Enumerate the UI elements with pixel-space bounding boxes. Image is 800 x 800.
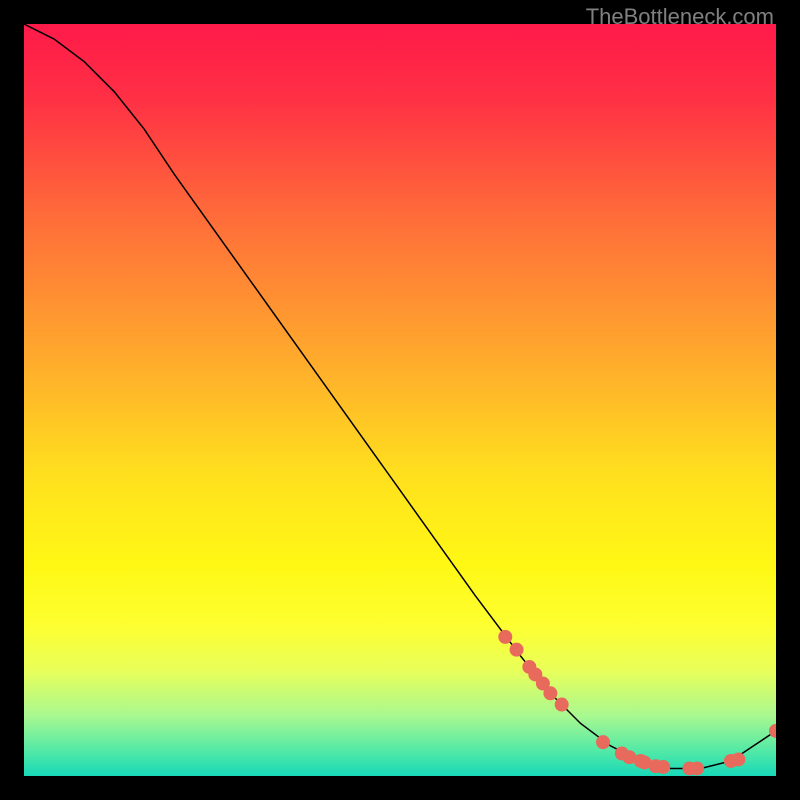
watermark-text: TheBottleneck.com — [586, 4, 774, 30]
scatter-point — [769, 724, 776, 738]
scatter-markers — [498, 630, 776, 776]
plot-area — [24, 24, 776, 776]
scatter-point — [596, 735, 610, 749]
scatter-point — [543, 686, 557, 700]
scatter-point — [656, 760, 670, 774]
scatter-point — [690, 761, 704, 775]
chart-svg — [24, 24, 776, 776]
chart-container: TheBottleneck.com — [0, 0, 800, 800]
scatter-point — [498, 630, 512, 644]
curve-line — [24, 24, 776, 768]
scatter-point — [731, 752, 745, 766]
scatter-point — [510, 643, 524, 657]
scatter-point — [555, 698, 569, 712]
